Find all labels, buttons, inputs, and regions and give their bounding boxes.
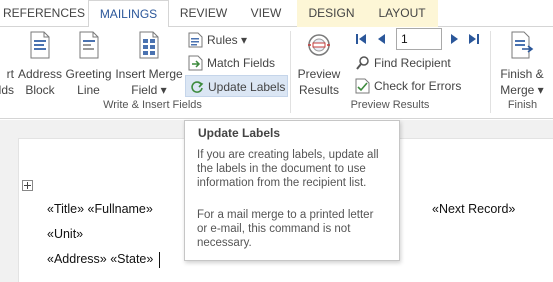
check-for-errors-label: Check for Errors bbox=[374, 79, 462, 93]
match-fields-button[interactable]: Match Fields bbox=[185, 52, 285, 74]
check-for-errors-button[interactable]: Check for Errors bbox=[352, 75, 462, 97]
tooltip-line: the labels in the document to use bbox=[197, 163, 366, 175]
greeting-line-icon bbox=[78, 31, 100, 63]
rules-label: Rules bbox=[207, 33, 238, 47]
merge-field-address-state[interactable]: «Address» «State» bbox=[47, 252, 153, 266]
finish-merge-icon bbox=[510, 31, 534, 63]
rules-button[interactable]: Rules ▾ bbox=[185, 29, 247, 51]
group-label-write-insert: Write & Insert Fields bbox=[103, 99, 202, 111]
tooltip-title: Update Labels bbox=[198, 126, 281, 140]
next-record-icon[interactable] bbox=[448, 32, 462, 49]
find-recipient-label: Find Recipient bbox=[374, 56, 451, 70]
address-block-icon bbox=[29, 31, 51, 63]
text-cursor bbox=[159, 252, 160, 268]
tab-layout[interactable]: LAYOUT bbox=[366, 0, 438, 27]
tooltip-line: or e-mail, this command is not bbox=[197, 223, 351, 235]
update-labels-button[interactable]: Update Labels bbox=[185, 75, 288, 97]
check-errors-icon bbox=[355, 78, 370, 101]
merge-field-next-record[interactable]: «Next Record» bbox=[432, 202, 515, 216]
insert-merge-field-label: Field bbox=[131, 83, 158, 97]
finish-merge-label: Merge bbox=[500, 83, 535, 97]
tab-design[interactable]: DESIGN bbox=[297, 0, 366, 27]
tab-view[interactable]: VIEW bbox=[238, 0, 294, 27]
group-label-preview-results: Preview Results bbox=[350, 99, 430, 111]
table-move-handle-icon[interactable] bbox=[22, 180, 33, 194]
first-record-icon[interactable] bbox=[354, 32, 368, 49]
preview-results-icon bbox=[304, 31, 334, 63]
tab-mailings[interactable]: MAILINGS bbox=[88, 0, 169, 28]
tab-references[interactable]: REFERENCES bbox=[0, 0, 88, 27]
chevron-down-icon: ▾ bbox=[160, 83, 167, 97]
update-labels-label: Update Labels bbox=[208, 80, 286, 94]
previous-record-icon[interactable] bbox=[374, 32, 388, 49]
merge-field-unit[interactable]: «Unit» bbox=[47, 227, 83, 241]
tooltip-line: necessary. bbox=[197, 237, 252, 249]
tooltip-line: If you are creating labels, update all bbox=[197, 149, 379, 161]
chevron-down-icon: ▾ bbox=[537, 83, 544, 97]
merge-field-title-fullname[interactable]: «Title» «Fullname» bbox=[47, 202, 153, 216]
update-labels-tooltip: Update Labels If you are creating labels… bbox=[184, 120, 400, 261]
tooltip-line: For a mail merge to a printed letter bbox=[197, 209, 374, 221]
record-number-input[interactable]: 1 bbox=[396, 28, 442, 50]
group-separator bbox=[490, 31, 491, 113]
ribbon-tab-bar: REFERENCES MAILINGS REVIEW VIEW DESIGN L… bbox=[0, 0, 553, 28]
tooltip-line: information from the recipient list. bbox=[197, 177, 367, 189]
group-label-finish: Finish bbox=[507, 99, 538, 111]
ribbon: rt lds Address Block Greeting Line Inser… bbox=[0, 27, 553, 119]
last-record-icon[interactable] bbox=[467, 32, 481, 49]
group-separator bbox=[290, 31, 291, 113]
insert-merge-field-icon bbox=[138, 31, 160, 63]
tab-review[interactable]: REVIEW bbox=[170, 0, 237, 27]
find-recipient-button[interactable]: Find Recipient bbox=[352, 52, 452, 74]
chevron-down-icon: ▾ bbox=[241, 33, 248, 47]
match-fields-label: Match Fields bbox=[207, 56, 276, 70]
